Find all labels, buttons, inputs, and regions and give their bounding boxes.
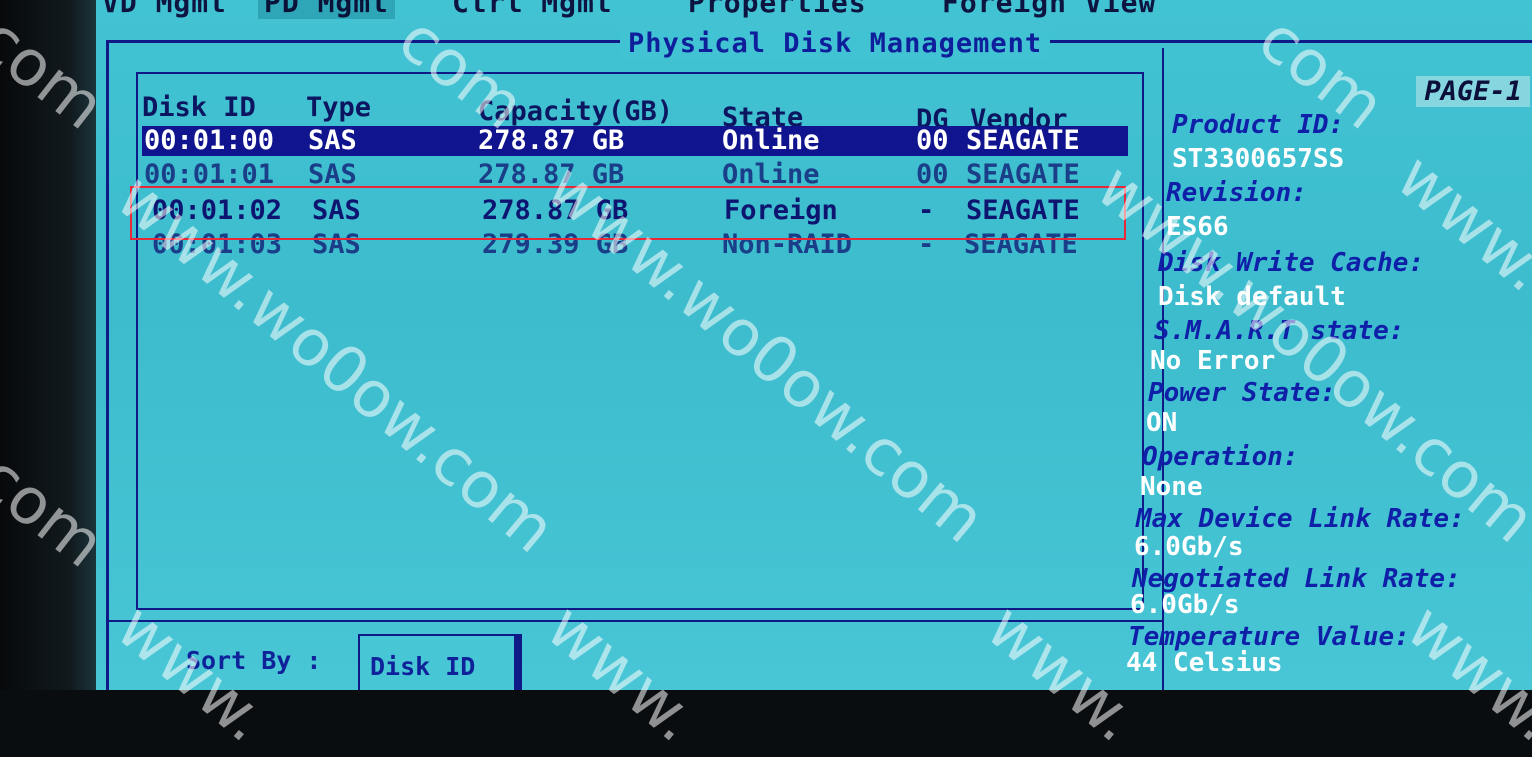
annotation-highlight-box bbox=[130, 186, 1126, 240]
column-header-type[interactable]: Type bbox=[306, 92, 371, 123]
bios-screen: VD Mgmt PD Mgmt Ctrl Mgmt Properties For… bbox=[96, 0, 1532, 690]
disk-dg-cell: 00 bbox=[916, 125, 949, 156]
disk-write-cache-value: Disk default bbox=[1158, 282, 1346, 312]
product-id-value: ST3300657SS bbox=[1172, 144, 1345, 174]
tab-bar: VD Mgmt PD Mgmt Ctrl Mgmt Properties For… bbox=[96, 0, 1532, 26]
tab-pd-mgmt[interactable]: PD Mgmt bbox=[258, 0, 396, 19]
disk-details-panel: PAGE-1 Product ID: ST3300657SS Revision:… bbox=[1126, 48, 1532, 690]
disk-vendor-cell: SEAGATE bbox=[966, 125, 1080, 156]
smart-state-label: S.M.A.R.T state: bbox=[1154, 316, 1405, 346]
operation-label: Operation: bbox=[1142, 442, 1299, 472]
disk-capacity-cell: 278.87 GB bbox=[478, 125, 625, 156]
power-state-label: Power State: bbox=[1148, 378, 1336, 408]
disk-type-cell: SAS bbox=[308, 125, 357, 156]
table-row[interactable]: 00:01:00 SAS 278.87 GB Online 00 SEAGATE bbox=[142, 126, 1128, 156]
sort-by-value: Disk ID bbox=[370, 652, 476, 681]
tab-vd-mgmt[interactable]: VD Mgmt bbox=[96, 0, 233, 19]
disk-write-cache-label: Disk Write Cache: bbox=[1158, 248, 1425, 278]
product-id-label: Product ID: bbox=[1172, 110, 1345, 140]
max-device-link-rate-value: 6.0Gb/s bbox=[1134, 532, 1244, 562]
disk-state-cell: Online bbox=[722, 125, 820, 156]
tab-ctrl-mgmt[interactable]: Ctrl Mgmt bbox=[446, 0, 619, 19]
sort-by-label: Sort By : bbox=[186, 646, 322, 675]
smart-state-value: No Error bbox=[1150, 346, 1276, 376]
outer-frame-bottom bbox=[106, 620, 1162, 622]
column-header-capacity[interactable]: Capacity(GB) bbox=[478, 96, 673, 127]
negotiated-link-rate-value: 6.0Gb/s bbox=[1130, 590, 1240, 620]
tab-foreign-view[interactable]: Foreign View bbox=[936, 0, 1162, 19]
power-state-value: ON bbox=[1146, 408, 1178, 438]
page-indicator: PAGE-1 bbox=[1416, 76, 1530, 107]
disk-id-cell: 00:01:00 bbox=[144, 125, 275, 156]
tab-properties[interactable]: Properties bbox=[682, 0, 873, 19]
operation-value: None bbox=[1140, 472, 1203, 502]
outer-frame-left bbox=[106, 40, 109, 690]
column-header-disk-id[interactable]: Disk ID bbox=[142, 92, 256, 123]
revision-value: ES66 bbox=[1166, 212, 1229, 242]
monitor-bezel bbox=[0, 0, 100, 690]
max-device-link-rate-label: Max Device Link Rate: bbox=[1136, 504, 1465, 534]
temperature-value: 44 Celsius bbox=[1126, 648, 1283, 678]
panel-title: Physical Disk Management bbox=[620, 28, 1051, 59]
revision-label: Revision: bbox=[1166, 178, 1307, 208]
sort-by-select[interactable]: Disk ID bbox=[358, 634, 516, 690]
